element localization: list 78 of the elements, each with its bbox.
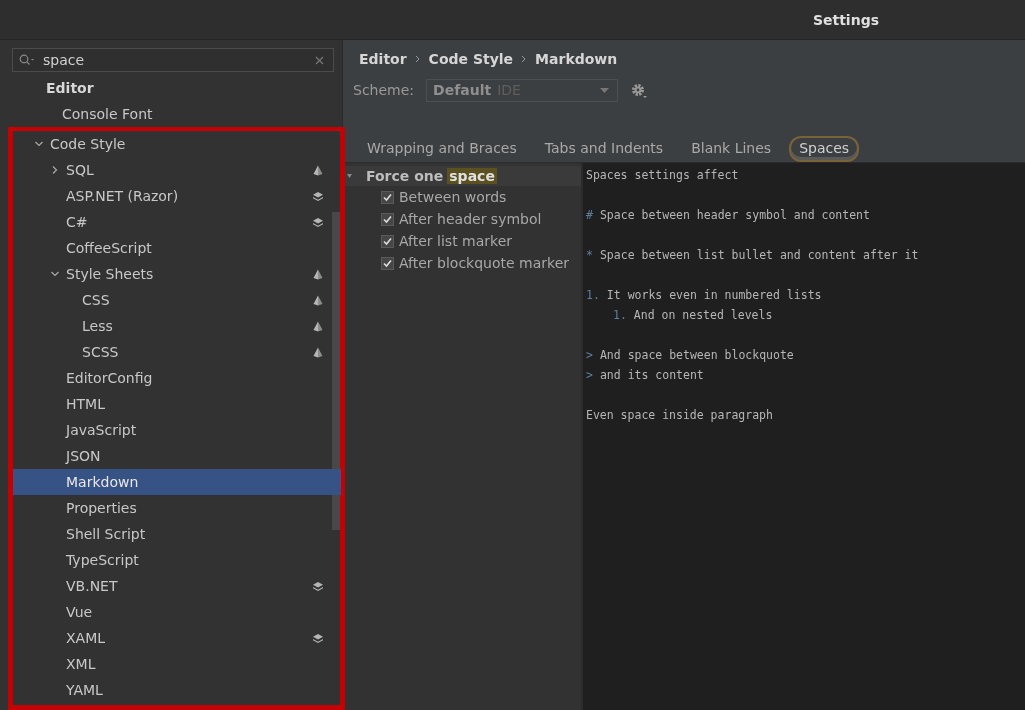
markdown-marker: * [586, 248, 593, 262]
tree-item[interactable]: HTML [66, 396, 323, 412]
tree-item[interactable]: CoffeeScript [66, 240, 323, 256]
group-label: Force one [366, 168, 444, 184]
tree-item[interactable]: ASP.NET (Razor) [66, 188, 313, 204]
layers-icon [313, 191, 323, 201]
checkbox[interactable] [381, 256, 394, 270]
tree-item[interactable]: XML [66, 656, 323, 672]
code-line: Spaces settings affect [586, 168, 739, 182]
tab[interactable]: Spaces [789, 136, 860, 162]
caret-icon [600, 87, 610, 93]
layers-icon [313, 217, 323, 227]
code-line: and its content [599, 368, 704, 382]
tab[interactable]: Tabs and Indents [534, 136, 674, 162]
tree-item[interactable]: C# [66, 214, 313, 230]
code-line: Space between header symbol and content [599, 208, 870, 222]
tree-item[interactable]: SCSS [82, 344, 313, 360]
checkbox-option[interactable]: After blockquote marker [343, 252, 581, 274]
window-title: Settings [812, 11, 879, 28]
search-match: space [447, 168, 497, 184]
tree-item[interactable]: Editor [46, 80, 323, 96]
breadcrumb-item: Markdown [535, 51, 618, 67]
tree-item[interactable]: Code Style [50, 136, 323, 152]
chevron-icon[interactable] [50, 269, 60, 279]
code-line: And on nested levels [633, 308, 773, 322]
pyramid-icon [313, 294, 323, 306]
tree-item[interactable]: Style Sheets [66, 266, 313, 282]
search-icon [19, 54, 35, 66]
code-line: Even space inside paragraph [586, 408, 773, 422]
code-line: It works even in numbered lists [606, 288, 822, 302]
tree-item[interactable]: JavaScript [66, 422, 323, 438]
clear-icon[interactable] [315, 56, 324, 65]
tree-item[interactable]: VB.NET [66, 578, 313, 594]
code-line: And space between blockquote [599, 348, 794, 362]
tree-item[interactable]: Vue [66, 604, 323, 620]
tree-item[interactable]: SQL [66, 162, 313, 178]
tree-item[interactable]: XAML [66, 630, 313, 646]
search-field[interactable]: space [12, 48, 334, 72]
tree-item[interactable]: CSS [82, 292, 313, 308]
checkbox[interactable] [381, 190, 394, 204]
markdown-marker: > [586, 368, 593, 382]
pyramid-icon [313, 346, 323, 358]
layers-icon [313, 633, 323, 643]
checkbox-option[interactable]: After header symbol [343, 208, 581, 230]
breadcrumb-item: Code Style [428, 51, 514, 67]
code-line: Space between list bullet and content after it [599, 248, 919, 262]
tree-item-selected[interactable]: Markdown [13, 469, 341, 495]
pyramid-icon [313, 268, 323, 280]
tree-item[interactable]: Shell Script [66, 526, 323, 542]
checkbox-option[interactable]: After list marker [343, 230, 581, 252]
settings-icon[interactable] [630, 81, 649, 99]
tree-item[interactable]: YAML [66, 682, 323, 698]
pyramid-icon [313, 164, 323, 176]
pyramid-icon [313, 320, 323, 332]
chevron-icon[interactable] [34, 139, 44, 149]
collapse-icon[interactable] [347, 173, 352, 179]
markdown-marker: 1. [613, 308, 627, 322]
scrollbar-thumb[interactable] [332, 212, 340, 530]
chevron-icon[interactable] [50, 165, 60, 175]
tree-item[interactable]: Console Font [62, 106, 323, 122]
tab[interactable]: Wrapping and Braces [357, 136, 527, 162]
tree-item[interactable]: Less [82, 318, 313, 334]
tab[interactable]: Blank Lines [681, 136, 782, 162]
chevron-icon [414, 55, 421, 63]
tree-item[interactable]: JSON [66, 448, 323, 464]
layers-icon [313, 581, 323, 591]
chevron-icon [521, 55, 528, 63]
tree-item[interactable]: Properties [66, 500, 323, 516]
scheme-label: Scheme: [353, 82, 415, 98]
tree-item[interactable]: EditorConfig [66, 370, 323, 386]
checkbox[interactable] [381, 234, 394, 248]
tree-item[interactable]: TypeScript [66, 552, 323, 568]
markdown-marker: > [586, 348, 593, 362]
breadcrumb-item: Editor [359, 51, 407, 67]
checkbox[interactable] [381, 212, 394, 226]
markdown-marker: 1. [586, 288, 600, 302]
checkbox-option[interactable]: Between words [343, 186, 581, 208]
markdown-marker: # [586, 208, 593, 222]
